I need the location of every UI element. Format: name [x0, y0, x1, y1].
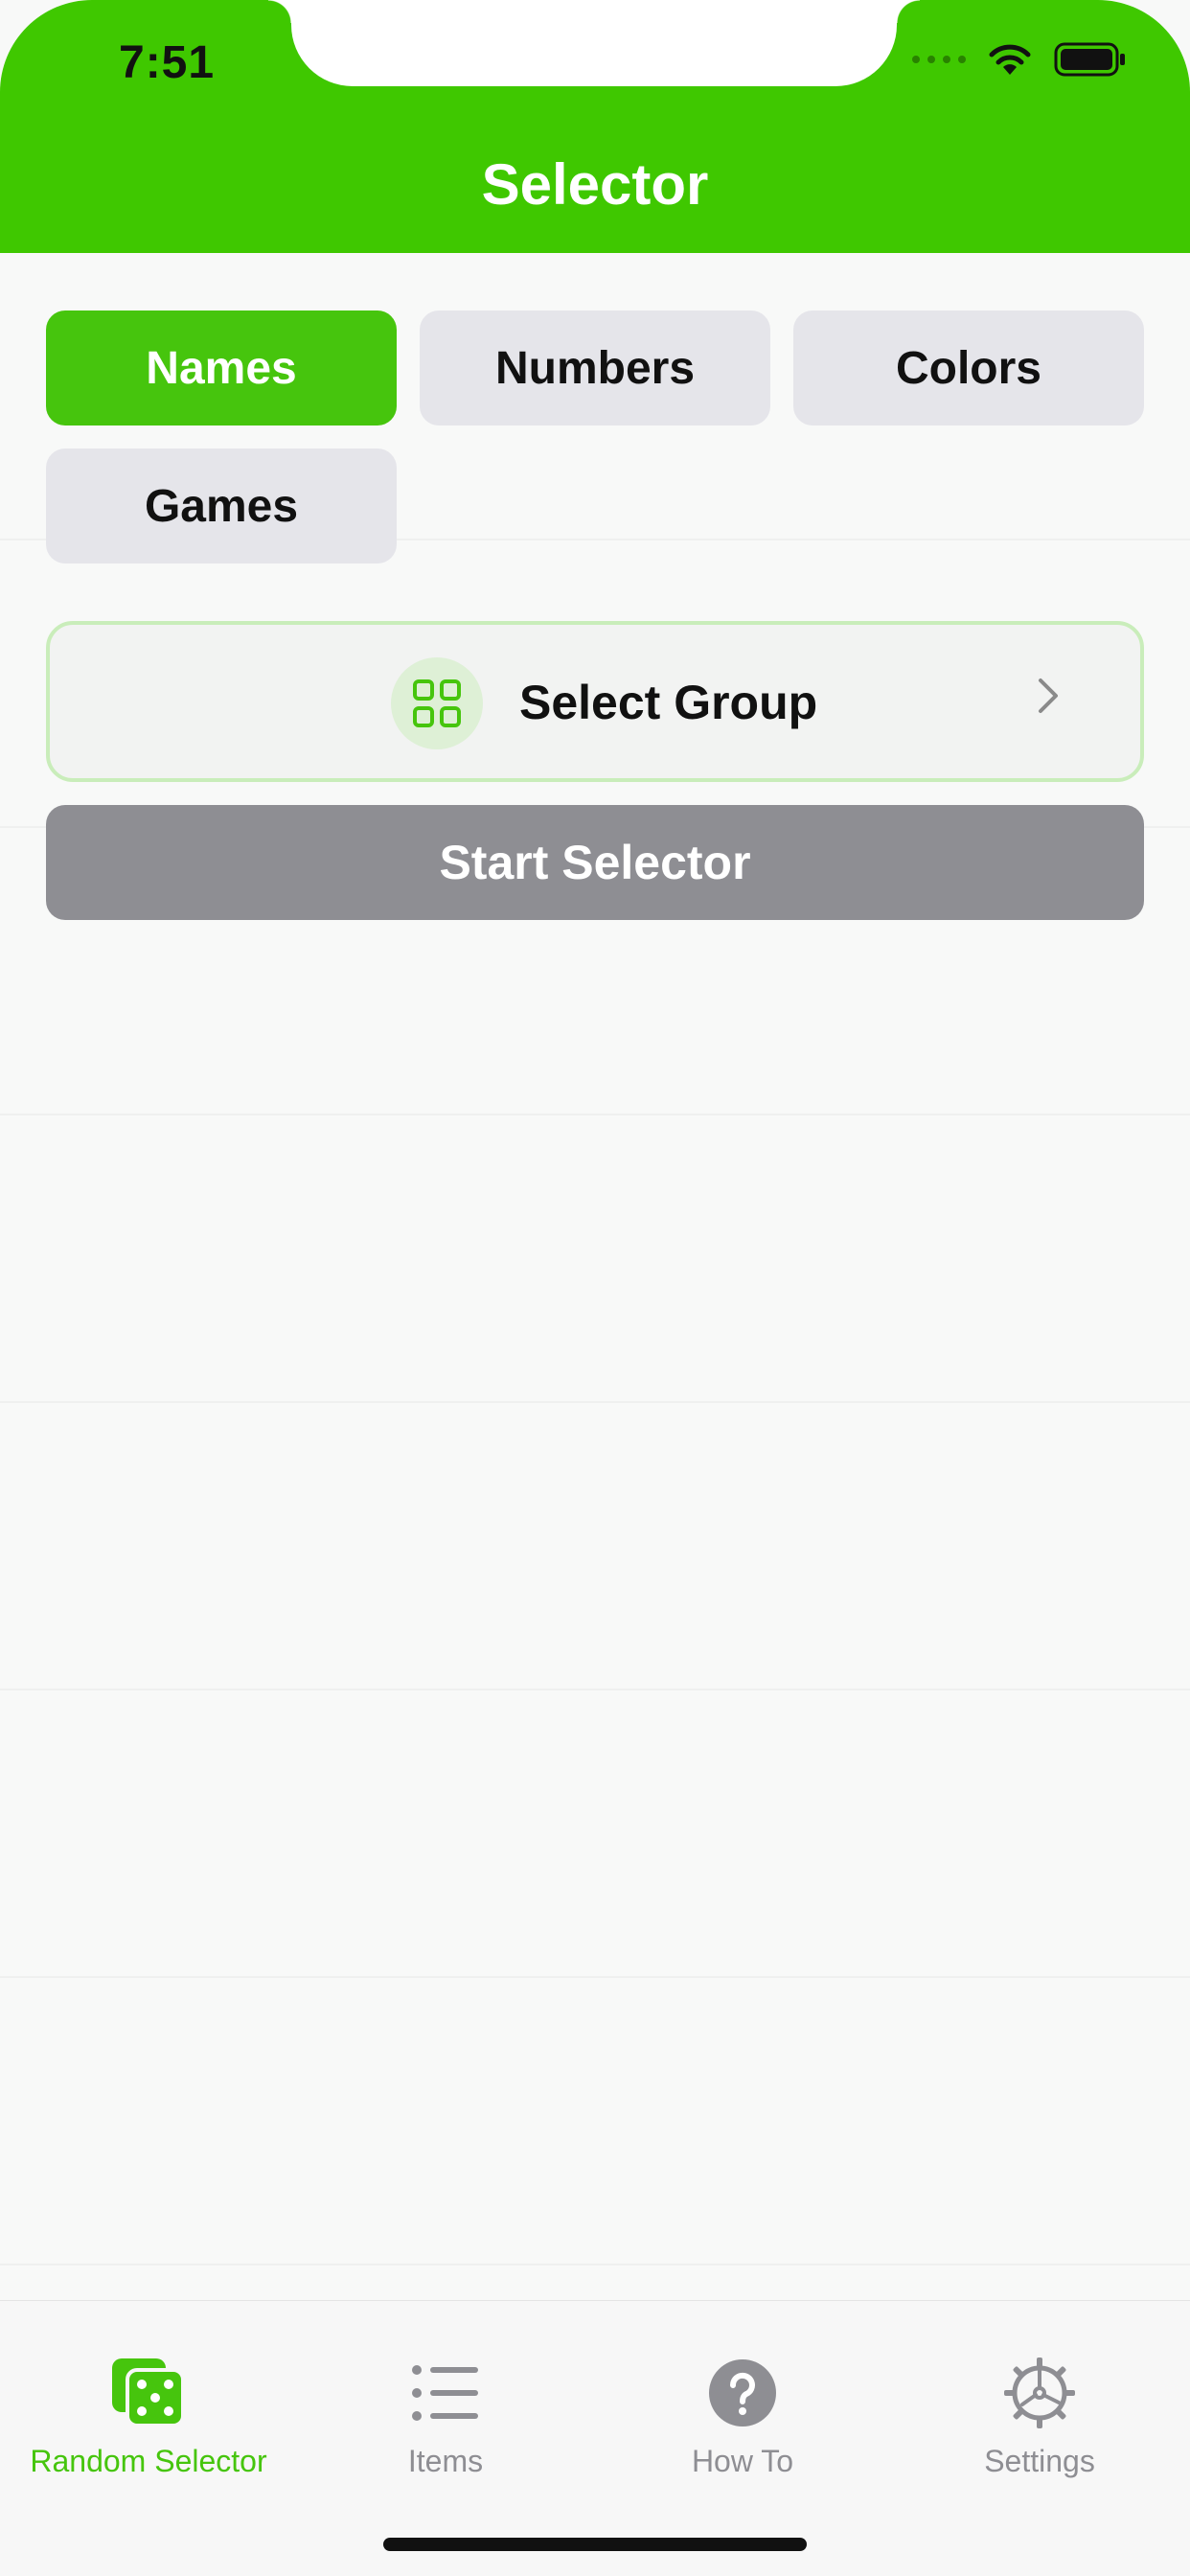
question-icon [706, 2357, 779, 2434]
app-screen: 7:51 Selector Names Numbers Colors Games… [0, 0, 1190, 2576]
device-notch [268, 0, 920, 86]
status-icons [912, 42, 1127, 77]
wifi-icon [987, 42, 1033, 77]
tab-random-selector[interactable]: Random Selector [0, 2357, 297, 2479]
category-colors-button[interactable]: Colors [793, 310, 1144, 426]
header-bar: 7:51 Selector [0, 0, 1190, 253]
page-title: Selector [481, 152, 709, 217]
grid-icon [391, 657, 483, 749]
home-indicator[interactable] [383, 2538, 807, 2551]
chevron-right-icon [1037, 677, 1060, 720]
tab-label: Items [407, 2444, 484, 2478]
category-numbers-button[interactable]: Numbers [420, 310, 770, 426]
tab-items[interactable]: Items [297, 2357, 594, 2479]
gear-icon [1003, 2357, 1076, 2434]
status-time: 7:51 [119, 37, 216, 88]
select-group-button[interactable]: Select Group [46, 621, 1144, 782]
list-icon [409, 2357, 482, 2434]
tab-bar: Random Selector Items How To Settings [0, 2300, 1190, 2576]
category-names-button[interactable]: Names [46, 310, 397, 426]
main-content: Names Numbers Colors Games Select Group … [0, 253, 1190, 2300]
tab-label: Random Selector [30, 2444, 267, 2478]
tab-label: How To [691, 2444, 794, 2478]
start-selector-button[interactable]: Start Selector [46, 805, 1144, 920]
dice-icon [110, 2357, 187, 2434]
category-games-button[interactable]: Games [46, 448, 397, 564]
tab-settings[interactable]: Settings [891, 2357, 1188, 2479]
battery-icon [1054, 42, 1127, 77]
tab-how-to[interactable]: How To [594, 2357, 891, 2479]
select-group-label: Select Group [519, 676, 818, 729]
cellular-signal-icon [912, 56, 966, 63]
tab-label: Settings [984, 2444, 1095, 2478]
